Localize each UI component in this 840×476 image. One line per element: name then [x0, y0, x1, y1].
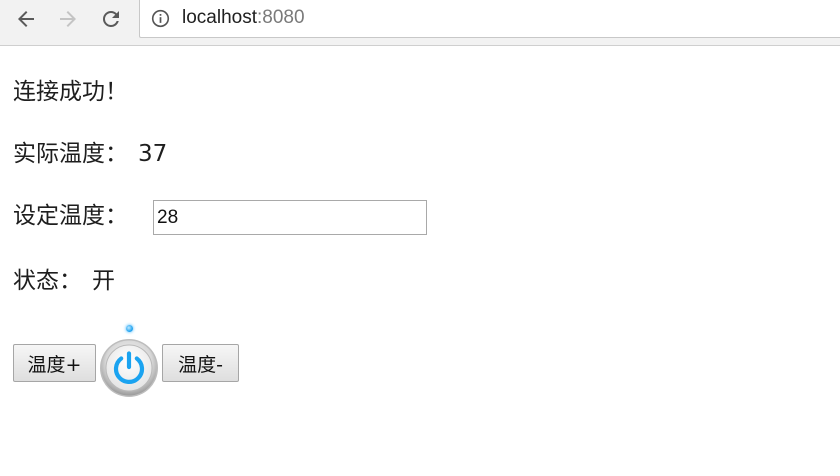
- power-button[interactable]: [99, 338, 159, 398]
- actual-temperature-row: 实际温度： 37: [13, 139, 167, 169]
- actual-temperature-label: 实际温度：: [13, 141, 128, 167]
- forward-button[interactable]: [53, 5, 83, 33]
- temperature-down-button[interactable]: 温度-: [162, 344, 239, 382]
- state-row: 状态： 开: [13, 266, 115, 296]
- arrow-right-icon: [60, 11, 76, 27]
- url-host: localhost: [182, 7, 257, 28]
- set-temperature-label: 设定温度：: [13, 203, 128, 229]
- connection-status-message: 连接成功！: [13, 79, 128, 105]
- set-temperature-input[interactable]: [153, 200, 427, 235]
- browser-toolbar: localhost:8080: [0, 0, 840, 46]
- url-port: :8080: [257, 7, 305, 28]
- address-bar[interactable]: localhost:8080: [139, 0, 840, 38]
- info-icon[interactable]: [151, 9, 170, 28]
- url-text[interactable]: localhost:8080: [182, 7, 305, 29]
- reload-icon: [103, 10, 119, 27]
- arrow-left-icon: [18, 11, 34, 27]
- state-label: 状态：: [13, 268, 82, 294]
- temperature-up-button[interactable]: 温度+: [13, 344, 96, 382]
- state-value: 开: [92, 268, 115, 294]
- back-button[interactable]: [11, 5, 41, 33]
- reload-button[interactable]: [96, 5, 126, 33]
- actual-temperature-value: 37: [138, 141, 168, 167]
- power-icon: [100, 339, 158, 397]
- power-indicator-light: [126, 325, 133, 332]
